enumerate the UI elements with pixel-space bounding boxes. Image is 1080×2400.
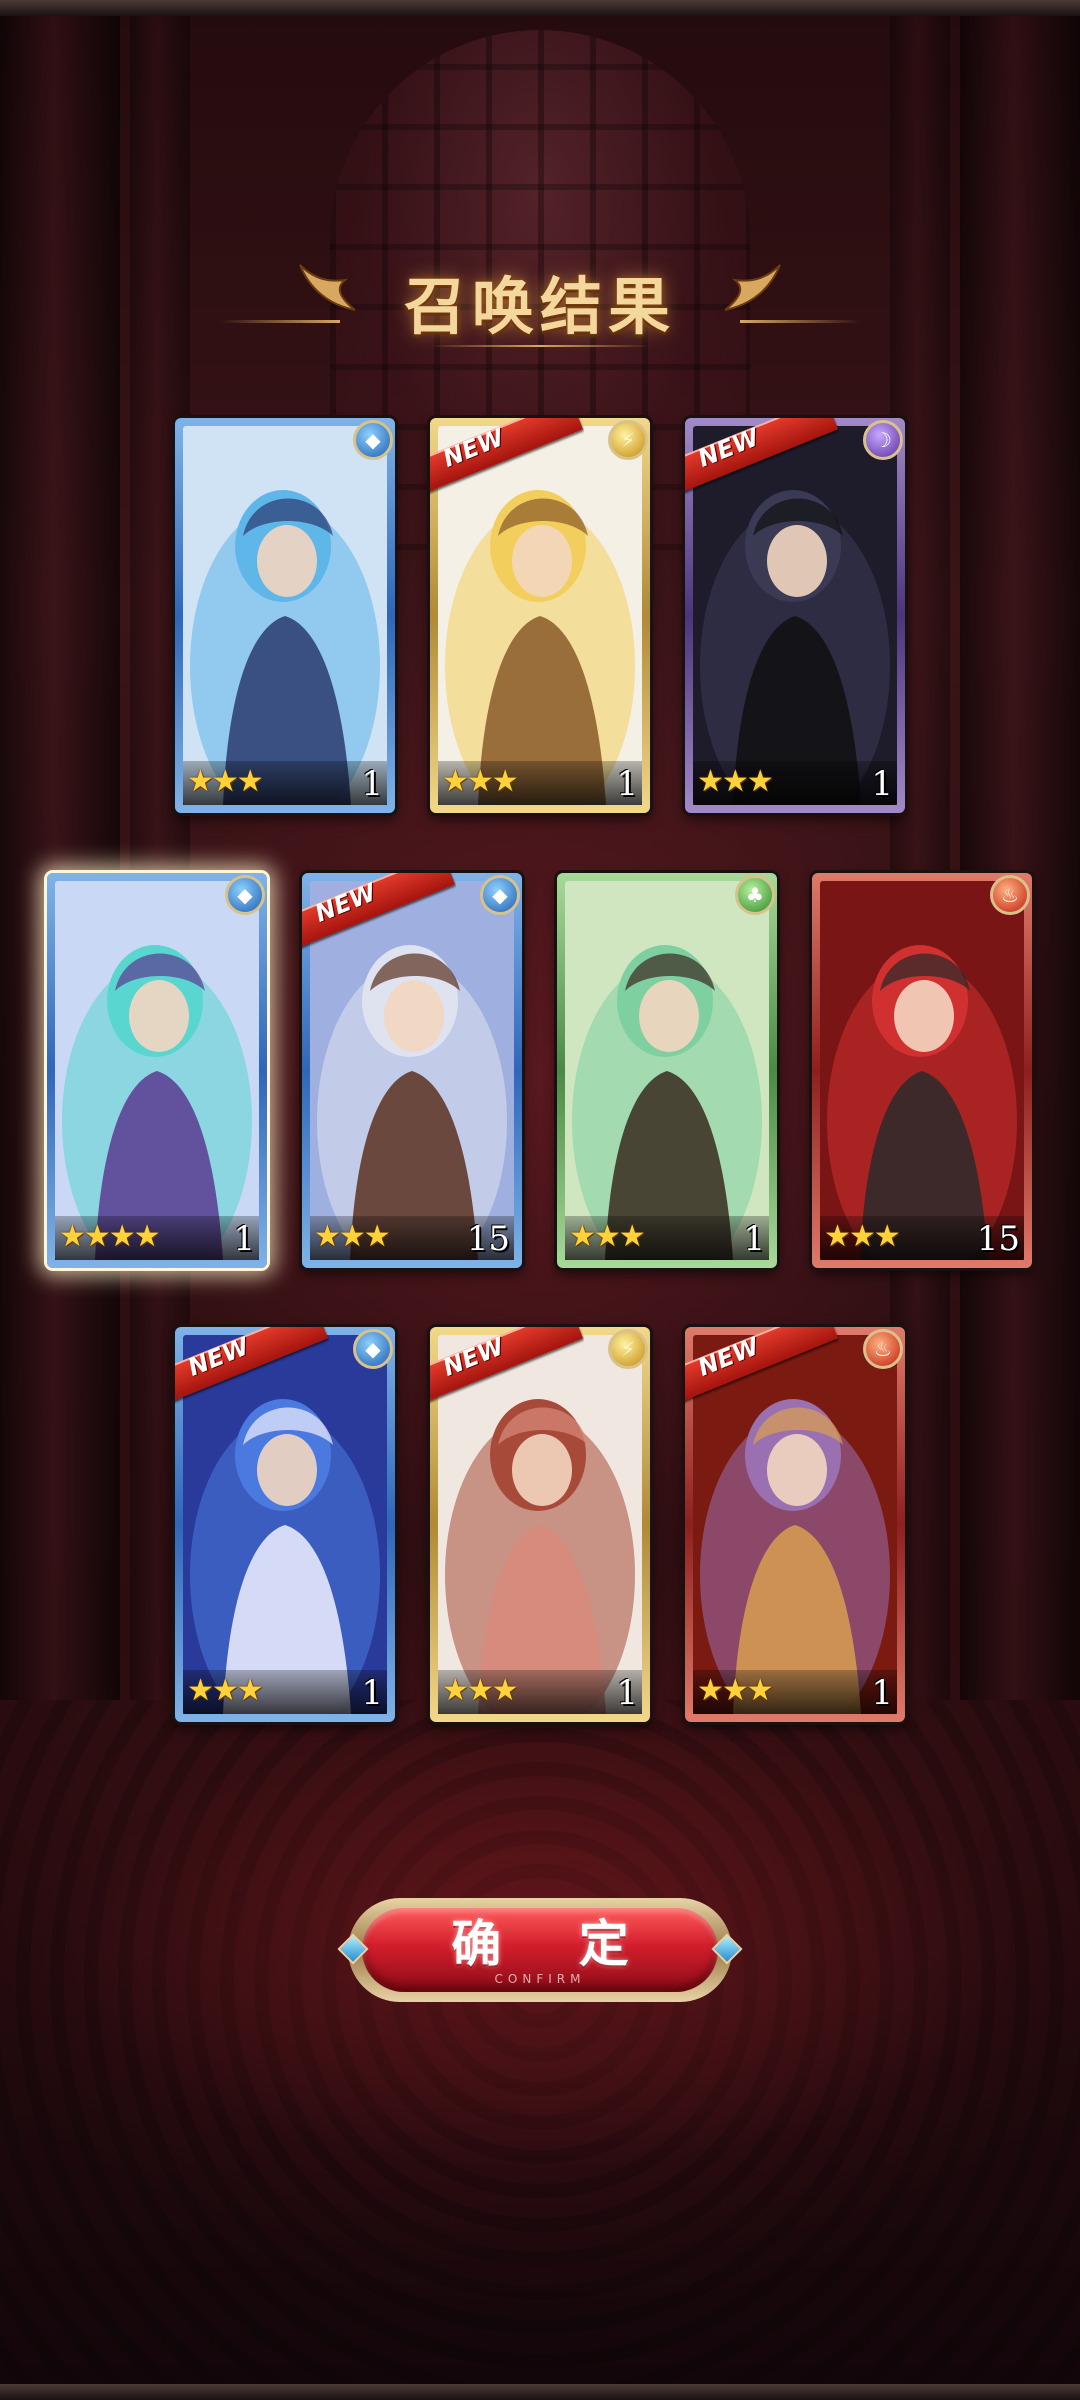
new-badge: NEW	[685, 418, 839, 502]
hero-card[interactable]: ★★★ 1 ⚡ NEW	[430, 1327, 650, 1722]
star-rating: ★★★	[697, 1673, 774, 1708]
confirm-button-label: 确 定	[451, 1914, 659, 1973]
hero-card[interactable]: ★★★★ 1 ◆	[47, 873, 267, 1268]
lightning-icon: ⚡	[608, 420, 648, 460]
hero-card[interactable]: ★★★ 1 ⚡ NEW	[430, 418, 650, 813]
water-drop-icon: ◆	[480, 875, 520, 915]
hero-card[interactable]: ★★★ 15 ♨	[812, 873, 1032, 1268]
frame-top	[0, 0, 1080, 16]
new-badge: NEW	[685, 1327, 839, 1411]
star-rating: ★★★	[187, 1673, 264, 1708]
fire-icon: ♨	[990, 875, 1030, 915]
title-underline	[430, 345, 650, 347]
card-count: 15	[976, 1219, 1020, 1259]
hero-card[interactable]: ★★★ 15 ◆ NEW	[302, 873, 522, 1268]
star-rating: ★★★	[697, 764, 774, 799]
new-badge: NEW	[430, 1327, 584, 1411]
confirm-button-sublabel: CONFIRM	[494, 1972, 586, 1986]
hero-portrait	[565, 881, 769, 1260]
star-rating: ★★★★	[59, 1219, 161, 1254]
moon-icon: ☽	[863, 420, 903, 460]
card-count: 15	[466, 1219, 510, 1259]
leaf-icon: ♣	[735, 875, 775, 915]
hero-card[interactable]: ★★★ 1 ◆ NEW	[175, 1327, 395, 1722]
card-count: 1	[361, 764, 383, 804]
star-rating: ★★★	[442, 1673, 519, 1708]
water-drop-icon: ◆	[353, 1329, 393, 1369]
card-count: 1	[616, 764, 638, 804]
card-count: 1	[361, 1673, 383, 1713]
hero-portrait	[820, 881, 1024, 1260]
hero-portrait	[183, 426, 387, 805]
star-rating: ★★★	[442, 764, 519, 799]
pillar-right	[960, 0, 1080, 1700]
fire-icon: ♨	[863, 1329, 903, 1369]
water-drop-icon: ◆	[225, 875, 265, 915]
title-banner: 召唤结果	[220, 250, 860, 360]
water-drop-icon: ◆	[353, 420, 393, 460]
card-count: 1	[743, 1219, 765, 1259]
hero-card[interactable]: ★★★ 1 ♣	[557, 873, 777, 1268]
star-rating: ★★★	[187, 764, 264, 799]
frame-bottom	[0, 2384, 1080, 2400]
carpet-floor	[0, 1700, 1080, 2400]
new-badge: NEW	[302, 873, 456, 957]
lightning-icon: ⚡	[608, 1329, 648, 1369]
hero-card[interactable]: ★★★ 1 ◆	[175, 418, 395, 813]
star-rating: ★★★	[824, 1219, 901, 1254]
card-count: 1	[871, 764, 893, 804]
hero-card[interactable]: ★★★ 1 ♨ NEW	[685, 1327, 905, 1722]
star-rating: ★★★	[569, 1219, 646, 1254]
card-count: 1	[871, 1673, 893, 1713]
hero-card[interactable]: ★★★ 1 ☽ NEW	[685, 418, 905, 813]
pillar-left	[0, 0, 120, 1700]
page-title: 召唤结果	[403, 270, 676, 343]
star-rating: ★★★	[314, 1219, 391, 1254]
hero-portrait	[55, 881, 259, 1260]
card-count: 1	[233, 1219, 255, 1259]
new-badge: NEW	[175, 1327, 329, 1411]
confirm-button[interactable]: 确 定 CONFIRM	[337, 1898, 743, 2002]
card-count: 1	[616, 1673, 638, 1713]
new-badge: NEW	[430, 418, 584, 502]
